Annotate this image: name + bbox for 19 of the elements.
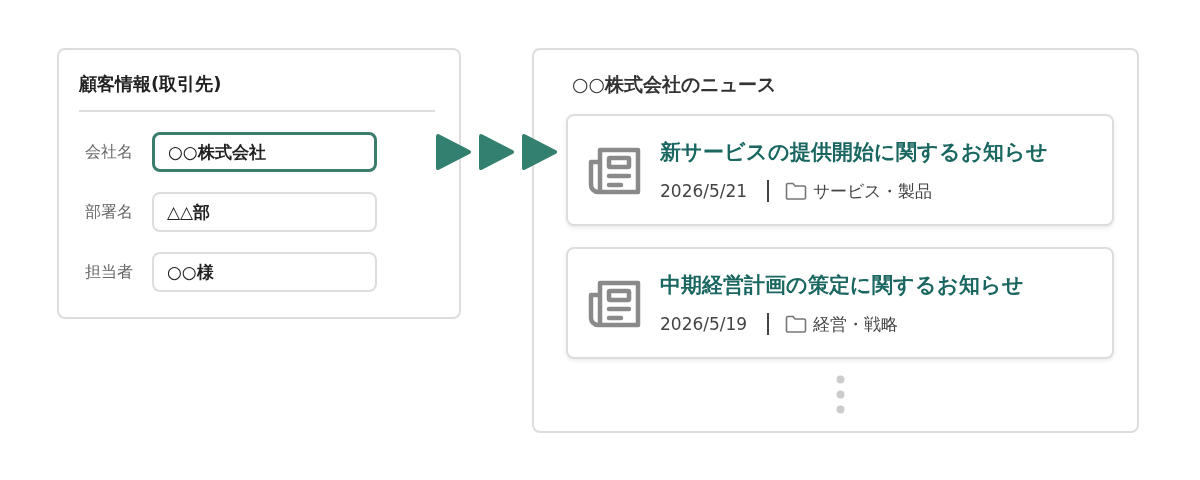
news-card[interactable]: 中期経営計画の策定に関するお知らせ 2026/5/19 経営・戦略	[566, 247, 1114, 359]
input-field[interactable]: △△部	[152, 192, 377, 232]
news-date: 2026/5/21	[660, 181, 748, 201]
panel-title: ○○株式会社のニュース	[571, 72, 778, 97]
folder-icon	[785, 315, 808, 333]
folder-icon	[785, 182, 808, 200]
news-title[interactable]: 中期経営計画の策定に関するお知らせ	[660, 270, 1024, 299]
more-icon	[835, 375, 845, 414]
news-category: 経営・戦略	[813, 312, 899, 336]
input-field[interactable]: ○○様	[152, 252, 377, 292]
field-label: 部署名	[85, 201, 134, 223]
field-label: 担当者	[85, 261, 134, 283]
card-title: 顧客情報(取引先)	[79, 72, 223, 96]
news-date: 2026/5/19	[660, 314, 748, 334]
news-card[interactable]: 新サービスの提供開始に関するお知らせ 2026/5/21 サービス・製品	[566, 114, 1114, 226]
news-category: サービス・製品	[813, 179, 933, 203]
news-title[interactable]: 新サービスの提供開始に関するお知らせ	[660, 137, 1048, 166]
field-label: 会社名	[85, 141, 134, 163]
input-field[interactable]: ○○株式会社	[152, 132, 377, 172]
